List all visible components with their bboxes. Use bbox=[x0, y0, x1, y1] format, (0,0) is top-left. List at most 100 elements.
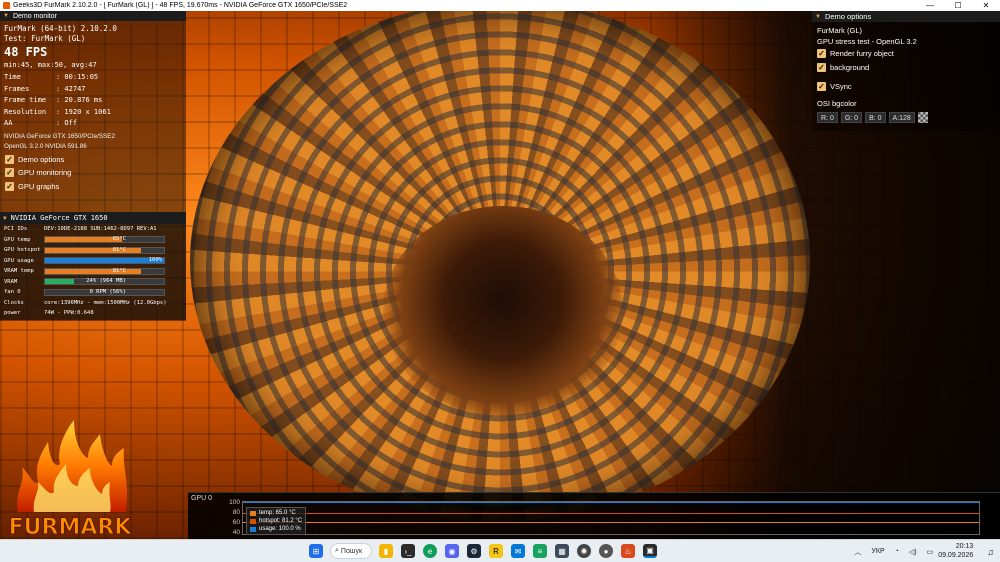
vsync-option[interactable]: ✓ VSync bbox=[812, 80, 1000, 94]
legend-swatch bbox=[250, 510, 256, 516]
edge-browser-icon[interactable]: e bbox=[423, 544, 437, 558]
sensor-value: 0 RPM (56%) bbox=[89, 288, 126, 295]
taskbar-search[interactable]: ⌕ Пошук bbox=[330, 543, 372, 559]
demo-options-header[interactable]: ▼ Demo options bbox=[812, 11, 1000, 22]
checkbox[interactable]: ✓ bbox=[5, 168, 14, 178]
chatgpt-icon[interactable]: ✺ bbox=[577, 544, 591, 558]
furmark-taskbar-icon[interactable]: ♨ bbox=[621, 544, 635, 558]
option-demo-options[interactable]: ✓ Demo options bbox=[0, 153, 186, 167]
steam-icon[interactable]: ⚙ bbox=[467, 544, 481, 558]
tray-chevron-icon[interactable]: ︿ bbox=[854, 547, 861, 557]
furmark-window-icon[interactable]: ▣ bbox=[643, 544, 657, 558]
maximize-button[interactable]: ☐ bbox=[944, 0, 972, 11]
gpu-renderer: NVIDIA GeForce GTX 1650/PCIe/SSE2 bbox=[4, 132, 115, 140]
stat-key: Time bbox=[4, 73, 21, 81]
legend-swatch bbox=[250, 518, 256, 524]
power-label: power bbox=[4, 310, 21, 317]
clocks-row: Clocks core:1396MHz - mem:1500MHz (12.0G… bbox=[0, 298, 186, 309]
terminal-icon[interactable]: ›_ bbox=[401, 544, 415, 558]
start-windows-icon[interactable]: ⊞ bbox=[309, 544, 323, 558]
stat-value: : 00:15:05 bbox=[56, 73, 99, 81]
sensor-label: GPU usage bbox=[4, 257, 34, 264]
checkbox[interactable]: ✓ bbox=[817, 49, 826, 59]
sensor-row: VRAM temp 81°C bbox=[0, 266, 186, 277]
clock-date: 09.09.2026 bbox=[938, 551, 974, 559]
window-titlebar: Geeks3D FurMark 2.10.2.0 - [ FurMark (GL… bbox=[0, 0, 1000, 11]
option-background[interactable]: ✓ background bbox=[812, 61, 1000, 75]
sensor-row: GPU temp 65°C bbox=[0, 235, 186, 246]
option-label: Render furry object bbox=[830, 49, 894, 59]
stat-key: AA bbox=[4, 119, 13, 127]
gpu-sensor-rows: GPU temp 65°C GPU hotspot 81°C GPU usage… bbox=[0, 235, 186, 298]
checkbox[interactable]: ✓ bbox=[5, 154, 14, 164]
render-options: ✓ Render furry object ✓ background bbox=[812, 47, 1000, 74]
bgcolor-g-field[interactable]: G: 0 bbox=[840, 111, 863, 123]
gpu-monitor-header[interactable]: ▼ NVIDIA GeForce GTX 1650 bbox=[0, 212, 186, 224]
gpu-graph: GPU 0 100 80 60 40 temp: 65.0 °C hotspot:… bbox=[188, 492, 1000, 539]
collapse-triangle-icon: ▼ bbox=[3, 214, 7, 222]
file-explorer-icon[interactable]: ▮ bbox=[379, 544, 393, 558]
furry-donut-hole bbox=[383, 206, 623, 416]
fps-readout: 48 FPS bbox=[4, 45, 48, 59]
legend-label: hotspot: 81.2 °C bbox=[259, 518, 303, 524]
network-icon[interactable]: ◔ bbox=[895, 548, 899, 555]
demo-options-title: Demo options bbox=[824, 12, 872, 21]
search-icon: ⌕ bbox=[335, 547, 339, 554]
logo-text: FURMARK bbox=[9, 515, 133, 540]
battery-icon[interactable]: ▭ bbox=[927, 548, 934, 556]
test-name: Test: FurMark (GL) bbox=[4, 34, 86, 43]
option-gpu-monitoring[interactable]: ✓ GPU monitoring bbox=[0, 166, 186, 180]
collapse-triangle-icon: ▼ bbox=[815, 13, 821, 20]
stat-row: Frame time: 20.876 ms bbox=[4, 95, 186, 107]
notification-bell-icon[interactable]: ♫ bbox=[987, 547, 994, 557]
graph-line-hotspot bbox=[243, 512, 979, 514]
stat-row: Frames: 42747 bbox=[4, 84, 186, 96]
pci-label: PCI IDs bbox=[4, 226, 28, 233]
graph-tick: 60 bbox=[232, 519, 240, 526]
legend-item: usage: 100.0 % bbox=[250, 525, 302, 533]
graph-legend: temp: 65.0 °C hotspot: 81.2 °C usage: 100.… bbox=[246, 507, 307, 535]
divider bbox=[812, 76, 1000, 78]
mail-icon[interactable]: ✉ bbox=[511, 544, 525, 558]
obs-icon[interactable]: ● bbox=[599, 544, 613, 558]
legend-swatch bbox=[250, 526, 256, 532]
stats-list: Time : 00:15:05 Frames: 42747 Frame time: 2… bbox=[0, 72, 186, 130]
option-label: background bbox=[830, 62, 870, 72]
volume-icon[interactable]: ◁) bbox=[909, 548, 917, 556]
collapse-triangle-icon: ▼ bbox=[3, 13, 9, 19]
language-indicator[interactable]: УКР bbox=[871, 548, 884, 555]
color-swatch[interactable] bbox=[917, 111, 928, 123]
sensor-bar: 81°C bbox=[44, 246, 165, 254]
clock-time: 20:13 bbox=[955, 543, 974, 550]
demo-monitor-header[interactable]: ▼ Demo monitor bbox=[0, 11, 186, 21]
sensor-value: 81°C bbox=[112, 246, 126, 253]
sensor-row: GPU usage 100% bbox=[0, 256, 186, 267]
gpu-monitor-panel: ▼ NVIDIA GeForce GTX 1650 PCI IDs DEV:10… bbox=[0, 212, 186, 320]
calculator-icon[interactable]: ▦ bbox=[555, 544, 569, 558]
window-title: Geeks3D FurMark 2.10.2.0 - [ FurMark (GL… bbox=[13, 2, 348, 9]
fps-stats: min:45, max:50, avg:47 bbox=[4, 61, 97, 69]
option-render-furry-object[interactable]: ✓ Render furry object bbox=[812, 47, 1000, 61]
close-button[interactable]: ✕ bbox=[972, 0, 1000, 11]
notes-icon[interactable]: ≡ bbox=[533, 544, 547, 558]
demo-name: FurMark (GL) bbox=[817, 26, 862, 35]
bgcolor-a-field[interactable]: A:128 bbox=[888, 111, 915, 123]
legend-item: hotspot: 81.2 °C bbox=[250, 517, 302, 525]
vsync-checkbox[interactable]: ✓ bbox=[817, 82, 826, 92]
bgcolor-r-field[interactable]: R: 0 bbox=[817, 111, 838, 123]
discord-icon[interactable]: ◉ bbox=[445, 544, 459, 558]
gpu-monitor-title: NVIDIA GeForce GTX 1650 bbox=[10, 214, 108, 222]
taskbar-apps: ⊞ ⌕ Пошук ▮ ›_ e ◉ ⚙ R ✉ ≡ ▦ ✺ ● ♨ ▣ bbox=[305, 543, 661, 559]
option-gpu-graphs[interactable]: ✓ GPU graphs bbox=[0, 180, 186, 194]
bgcolor-picker: R: 0 G: 0 B: 0 A:128 bbox=[812, 111, 1000, 123]
clock[interactable]: 20:13 09.09.2026 bbox=[938, 543, 973, 560]
clocks-label: Clocks bbox=[4, 299, 24, 306]
stat-value: : 20.876 ms bbox=[56, 96, 103, 104]
bgcolor-b-field[interactable]: B: 0 bbox=[865, 111, 886, 123]
power-value: 74W - PPW:0.648 bbox=[44, 310, 94, 317]
checkbox[interactable]: ✓ bbox=[5, 181, 14, 191]
minimize-button[interactable]: — bbox=[916, 0, 944, 11]
stat-row: Time : 00:15:05 bbox=[4, 72, 186, 84]
rockstar-icon[interactable]: R bbox=[489, 544, 503, 558]
checkbox[interactable]: ✓ bbox=[817, 62, 826, 72]
